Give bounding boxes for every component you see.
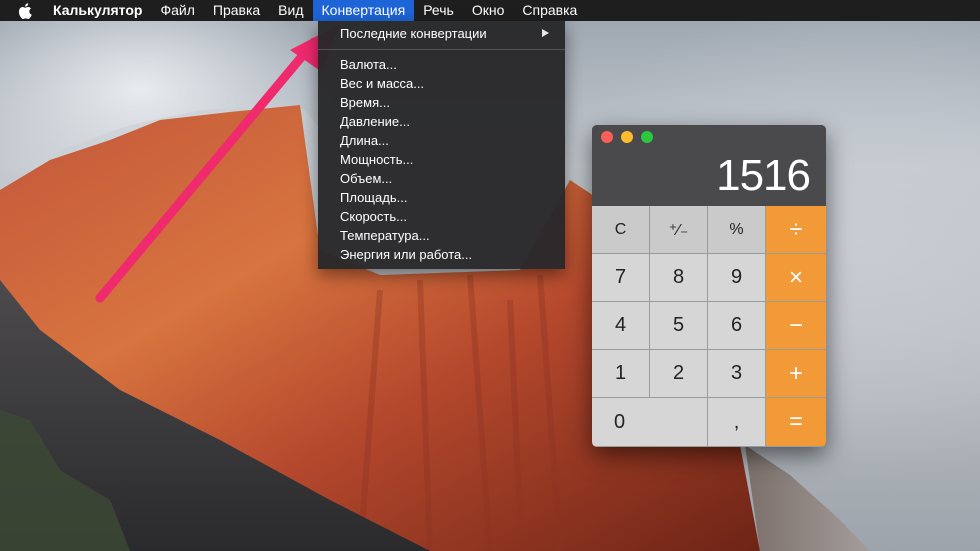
digit-4-key[interactable]: 4 xyxy=(592,302,650,350)
digit-7-key[interactable]: 7 xyxy=(592,254,650,302)
menu-separator xyxy=(318,49,565,50)
close-window-button[interactable] xyxy=(601,131,613,143)
menu-item-speed[interactable]: Скорость... xyxy=(340,207,407,226)
menu-window[interactable]: Окно xyxy=(463,0,514,21)
digit-9-key[interactable]: 9 xyxy=(708,254,766,302)
menu-edit[interactable]: Правка xyxy=(204,0,269,21)
menu-item-energy[interactable]: Энергия или работа... xyxy=(340,245,472,264)
calculator-display: 1516 xyxy=(716,151,811,200)
menu-item-temperature[interactable]: Температура... xyxy=(340,226,430,245)
calculator-window: 1516 C ⁺∕₋ % ÷ 7 8 9 × 4 5 6 − 1 2 3 + 0… xyxy=(592,125,826,447)
multiply-key[interactable]: × xyxy=(766,254,826,302)
digit-2-key[interactable]: 2 xyxy=(650,350,708,398)
menu-item-volume[interactable]: Объем... xyxy=(340,169,392,188)
menu-item-area[interactable]: Площадь... xyxy=(340,188,407,207)
menu-item-weight[interactable]: Вес и масса... xyxy=(340,74,424,93)
digit-8-key[interactable]: 8 xyxy=(650,254,708,302)
percent-key[interactable]: % xyxy=(708,206,766,254)
divide-key[interactable]: ÷ xyxy=(766,206,826,254)
apple-logo-icon[interactable] xyxy=(18,2,34,19)
menu-view[interactable]: Вид xyxy=(269,0,312,21)
menu-app-calculator[interactable]: Калькулятор xyxy=(53,0,151,21)
digit-0-key[interactable]: 0 xyxy=(592,398,708,447)
digit-1-key[interactable]: 1 xyxy=(592,350,650,398)
menu-item-time[interactable]: Время... xyxy=(340,93,390,112)
menu-item-pressure[interactable]: Давление... xyxy=(340,112,410,131)
minimize-window-button[interactable] xyxy=(621,131,633,143)
digit-6-key[interactable]: 6 xyxy=(708,302,766,350)
equals-key[interactable]: = xyxy=(766,398,826,447)
menu-item-currency[interactable]: Валюта... xyxy=(340,55,397,74)
menu-item-length[interactable]: Длина... xyxy=(340,131,389,150)
digit-5-key[interactable]: 5 xyxy=(650,302,708,350)
digit-3-key[interactable]: 3 xyxy=(708,350,766,398)
menu-file[interactable]: Файл xyxy=(151,0,203,21)
decimal-key[interactable]: , xyxy=(708,398,766,447)
menu-convert[interactable]: Конвертация xyxy=(312,0,415,21)
menu-item-power[interactable]: Мощность... xyxy=(340,150,413,169)
plus-minus-key[interactable]: ⁺∕₋ xyxy=(650,206,708,254)
clear-key[interactable]: C xyxy=(592,206,650,254)
menu-help[interactable]: Справка xyxy=(513,0,586,21)
conversion-dropdown-menu: Последние конвертации Валюта... Вес и ма… xyxy=(318,21,565,269)
menu-bar: Калькулятор Файл Правка Вид Конвертация … xyxy=(0,0,980,21)
menu-speech[interactable]: Речь xyxy=(414,0,463,21)
zoom-window-button[interactable] xyxy=(641,131,653,143)
submenu-arrow-icon xyxy=(542,29,549,37)
subtract-key[interactable]: − xyxy=(766,302,826,350)
menu-item-recent-conversions[interactable]: Последние конвертации xyxy=(340,24,487,43)
add-key[interactable]: + xyxy=(766,350,826,398)
